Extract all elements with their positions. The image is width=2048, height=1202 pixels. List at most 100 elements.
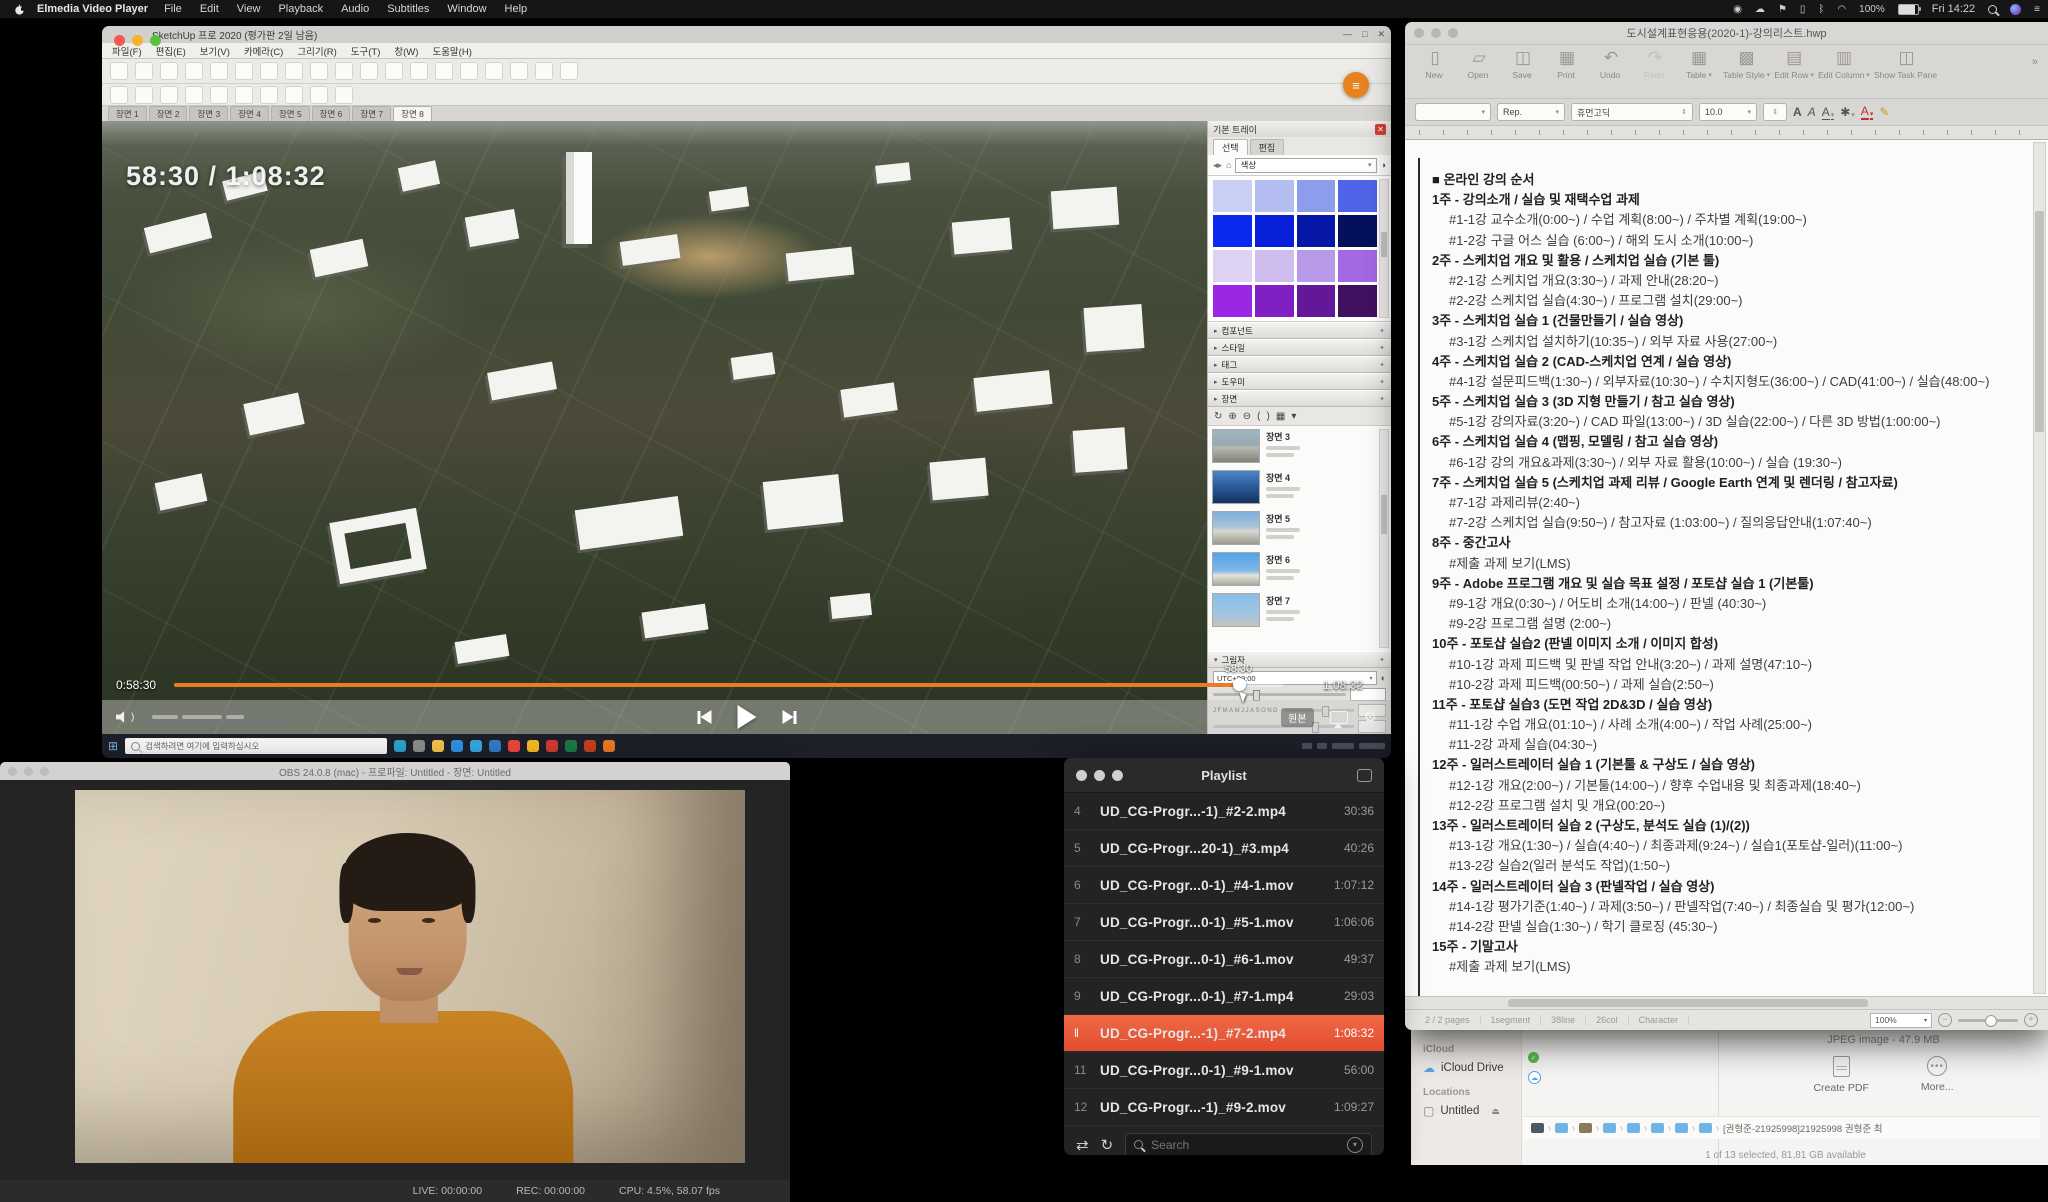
playlist-row[interactable]: 11 UD_CG-Progr...0-1)_#9-1.mov 56:00 bbox=[1064, 1052, 1384, 1089]
font-family-dropdown[interactable]: 휴먼고딕⇕ bbox=[1571, 103, 1693, 121]
hwp-toolbar-button[interactable]: ↶ Undo bbox=[1591, 48, 1631, 80]
camera-app-icon[interactable]: ◉ bbox=[1733, 4, 1742, 15]
hwp-toolbar-button[interactable]: ▦ Table▾ bbox=[1679, 48, 1719, 80]
siri-icon[interactable] bbox=[2010, 4, 2021, 15]
hwp-toolbar-button[interactable]: ▤ Edit Row▾ bbox=[1774, 48, 1814, 80]
menubar-menu[interactable]: Help bbox=[505, 3, 528, 15]
minimize-button[interactable] bbox=[132, 35, 143, 46]
close-button[interactable] bbox=[114, 35, 125, 46]
playlist-row[interactable]: ‖ UD_CG-Progr...-1)_#7-2.mp4 1:08:32 bbox=[1064, 1015, 1384, 1052]
bold-button[interactable]: A bbox=[1793, 105, 1802, 119]
minimize-button[interactable] bbox=[24, 767, 33, 776]
control-center-icon[interactable]: ≡ bbox=[2034, 4, 2040, 15]
previous-button[interactable] bbox=[697, 710, 711, 724]
airplay-icon[interactable] bbox=[1330, 711, 1348, 724]
document-area[interactable]: ■ 온라인 강의 순서1주 - 강의소개 / 실습 및 재택수업 과제#1-1강… bbox=[1405, 140, 2048, 996]
rep-font-dropdown[interactable]: Rep.▾ bbox=[1497, 103, 1565, 121]
zoom-slider[interactable] bbox=[1958, 1019, 2018, 1022]
menubar-clock[interactable]: Fri 14:22 bbox=[1932, 3, 1975, 15]
shuffle-icon[interactable]: ⇄ bbox=[1076, 1136, 1089, 1154]
font-size-dropdown[interactable]: 10.0▾ bbox=[1699, 103, 1757, 121]
wifi-icon[interactable]: ◠ bbox=[1837, 4, 1846, 15]
menubar-menu[interactable]: Edit bbox=[200, 3, 219, 15]
menubar-menu[interactable]: Window bbox=[447, 3, 486, 15]
eject-icon[interactable]: ⏏ bbox=[1491, 1106, 1500, 1117]
hwp-toolbar-button[interactable]: ▥ Edit Column▾ bbox=[1818, 48, 1870, 80]
quality-button[interactable]: 원본 bbox=[1281, 708, 1313, 727]
size-stepper[interactable]: ⇕ bbox=[1763, 103, 1787, 121]
zoom-button[interactable] bbox=[40, 767, 49, 776]
playlist-row[interactable]: 9 UD_CG-Progr...0-1)_#7-1.mp4 29:03 bbox=[1064, 978, 1384, 1015]
crumb-folder[interactable]: › bbox=[1699, 1123, 1719, 1133]
playlist-row[interactable]: 4 UD_CG-Progr...-1)_#2-2.mp4 30:36 bbox=[1064, 793, 1384, 830]
close-button[interactable] bbox=[1414, 28, 1424, 38]
zoom-button[interactable] bbox=[150, 35, 161, 46]
bookmark-icon[interactable]: ⚑ bbox=[1778, 4, 1787, 15]
bluetooth-icon[interactable]: ᛒ bbox=[1818, 4, 1824, 15]
playlist-row[interactable]: 7 UD_CG-Progr...0-1)_#5-1.mov 1:06:06 bbox=[1064, 904, 1384, 941]
sidebar-item-icloud-drive[interactable]: ☁ iCloud Drive bbox=[1423, 1061, 1521, 1075]
crumb-folder[interactable]: › bbox=[1555, 1123, 1575, 1133]
crumb-folder[interactable]: › bbox=[1675, 1123, 1695, 1133]
menubar-menu[interactable]: File bbox=[164, 3, 182, 15]
minimize-button[interactable] bbox=[1431, 28, 1441, 38]
hwp-toolbar-button[interactable]: ▩ Table Style▾ bbox=[1723, 48, 1770, 80]
seek-knob[interactable] bbox=[1233, 678, 1246, 691]
settings-gear-icon[interactable]: ⚙ bbox=[1364, 708, 1377, 726]
spotlight-icon[interactable] bbox=[1988, 5, 1997, 14]
playlist-row[interactable]: 8 UD_CG-Progr...0-1)_#6-1.mov 49:37 bbox=[1064, 941, 1384, 978]
zoom-level-dropdown[interactable]: 100%▾ bbox=[1870, 1013, 1932, 1028]
zoom-button[interactable] bbox=[1448, 28, 1458, 38]
highlight-button[interactable]: ✎ bbox=[1879, 105, 1889, 119]
pip-icon[interactable] bbox=[1357, 769, 1372, 782]
play-button[interactable] bbox=[737, 705, 756, 729]
zoom-out-icon[interactable]: − bbox=[1938, 1013, 1952, 1027]
more-button[interactable]: ••• More... bbox=[1921, 1056, 1954, 1094]
search-input[interactable] bbox=[1149, 1137, 1341, 1153]
crumb-folder[interactable]: › bbox=[1651, 1123, 1671, 1133]
create-pdf-button[interactable]: Create PDF bbox=[1813, 1056, 1868, 1094]
elmedia-menu-button[interactable]: ≡ bbox=[1343, 72, 1369, 98]
minimize-button[interactable] bbox=[1094, 770, 1105, 781]
cloud-icon[interactable]: ☁ bbox=[1755, 4, 1765, 15]
style-dropdown[interactable]: ▾ bbox=[1415, 103, 1491, 121]
active-app-name[interactable]: Elmedia Video Player bbox=[37, 3, 148, 15]
document-scrollbar[interactable] bbox=[2033, 142, 2046, 994]
playlist-row[interactable]: 5 UD_CG-Progr...20-1)_#3.mp4 40:26 bbox=[1064, 830, 1384, 867]
playlist-row[interactable]: 6 UD_CG-Progr...0-1)_#4-1.mov 1:07:12 bbox=[1064, 867, 1384, 904]
hwp-toolbar-button[interactable]: ▱ Open bbox=[1459, 48, 1499, 80]
crumb-device[interactable]: › bbox=[1531, 1123, 1551, 1133]
horizontal-scrollbar[interactable] bbox=[1405, 996, 2048, 1009]
volume-icon[interactable] bbox=[116, 711, 129, 724]
menubar-menu[interactable]: View bbox=[237, 3, 261, 15]
menubar-menu[interactable]: Audio bbox=[341, 3, 369, 15]
menubar-menu[interactable]: Playback bbox=[278, 3, 323, 15]
hwp-toolbar-button[interactable]: ▯ New bbox=[1415, 48, 1455, 80]
close-button[interactable] bbox=[1076, 770, 1087, 781]
hwp-toolbar-button[interactable]: ◫ Show Task Pane bbox=[1874, 48, 1939, 80]
menubar-menu[interactable]: Subtitles bbox=[387, 3, 429, 15]
crumb-folder[interactable]: › bbox=[1627, 1123, 1647, 1133]
text-effect-button[interactable]: ✱▾ bbox=[1840, 105, 1855, 119]
zoom-in-icon[interactable]: + bbox=[2024, 1013, 2038, 1027]
toolbar-overflow-icon[interactable]: » bbox=[2032, 48, 2038, 68]
crumb-folder[interactable]: › bbox=[1603, 1123, 1623, 1133]
hwp-toolbar-button[interactable]: ◫ Save bbox=[1503, 48, 1543, 80]
close-button[interactable] bbox=[8, 767, 17, 776]
phone-icon[interactable]: ▯ bbox=[1800, 4, 1806, 15]
next-button[interactable] bbox=[782, 710, 796, 724]
sidebar-item-untitled[interactable]: ▢ Untitled ⏏ bbox=[1423, 1104, 1521, 1118]
seek-bar[interactable]: 58:30 bbox=[174, 683, 1283, 687]
repeat-icon[interactable]: ↻ bbox=[1101, 1136, 1114, 1154]
hwp-toolbar-button[interactable]: ▦ Print bbox=[1547, 48, 1587, 80]
apple-menu-icon[interactable] bbox=[14, 4, 25, 15]
playlist-row[interactable]: 12 UD_CG-Progr...-1)_#9-2.mov 1:09:27 bbox=[1064, 1089, 1384, 1126]
underline-button[interactable]: A▾ bbox=[1822, 105, 1835, 120]
italic-button[interactable]: A bbox=[1808, 105, 1816, 119]
hwp-toolbar-button[interactable]: ↷ Redo bbox=[1635, 48, 1675, 80]
zoom-button[interactable] bbox=[1112, 770, 1123, 781]
search-options-icon[interactable]: ▾ bbox=[1347, 1137, 1363, 1153]
crumb-folder[interactable]: › bbox=[1579, 1123, 1599, 1133]
font-color-button[interactable]: A▾ bbox=[1861, 104, 1874, 120]
playlist-search[interactable]: ▾ bbox=[1125, 1133, 1372, 1156]
